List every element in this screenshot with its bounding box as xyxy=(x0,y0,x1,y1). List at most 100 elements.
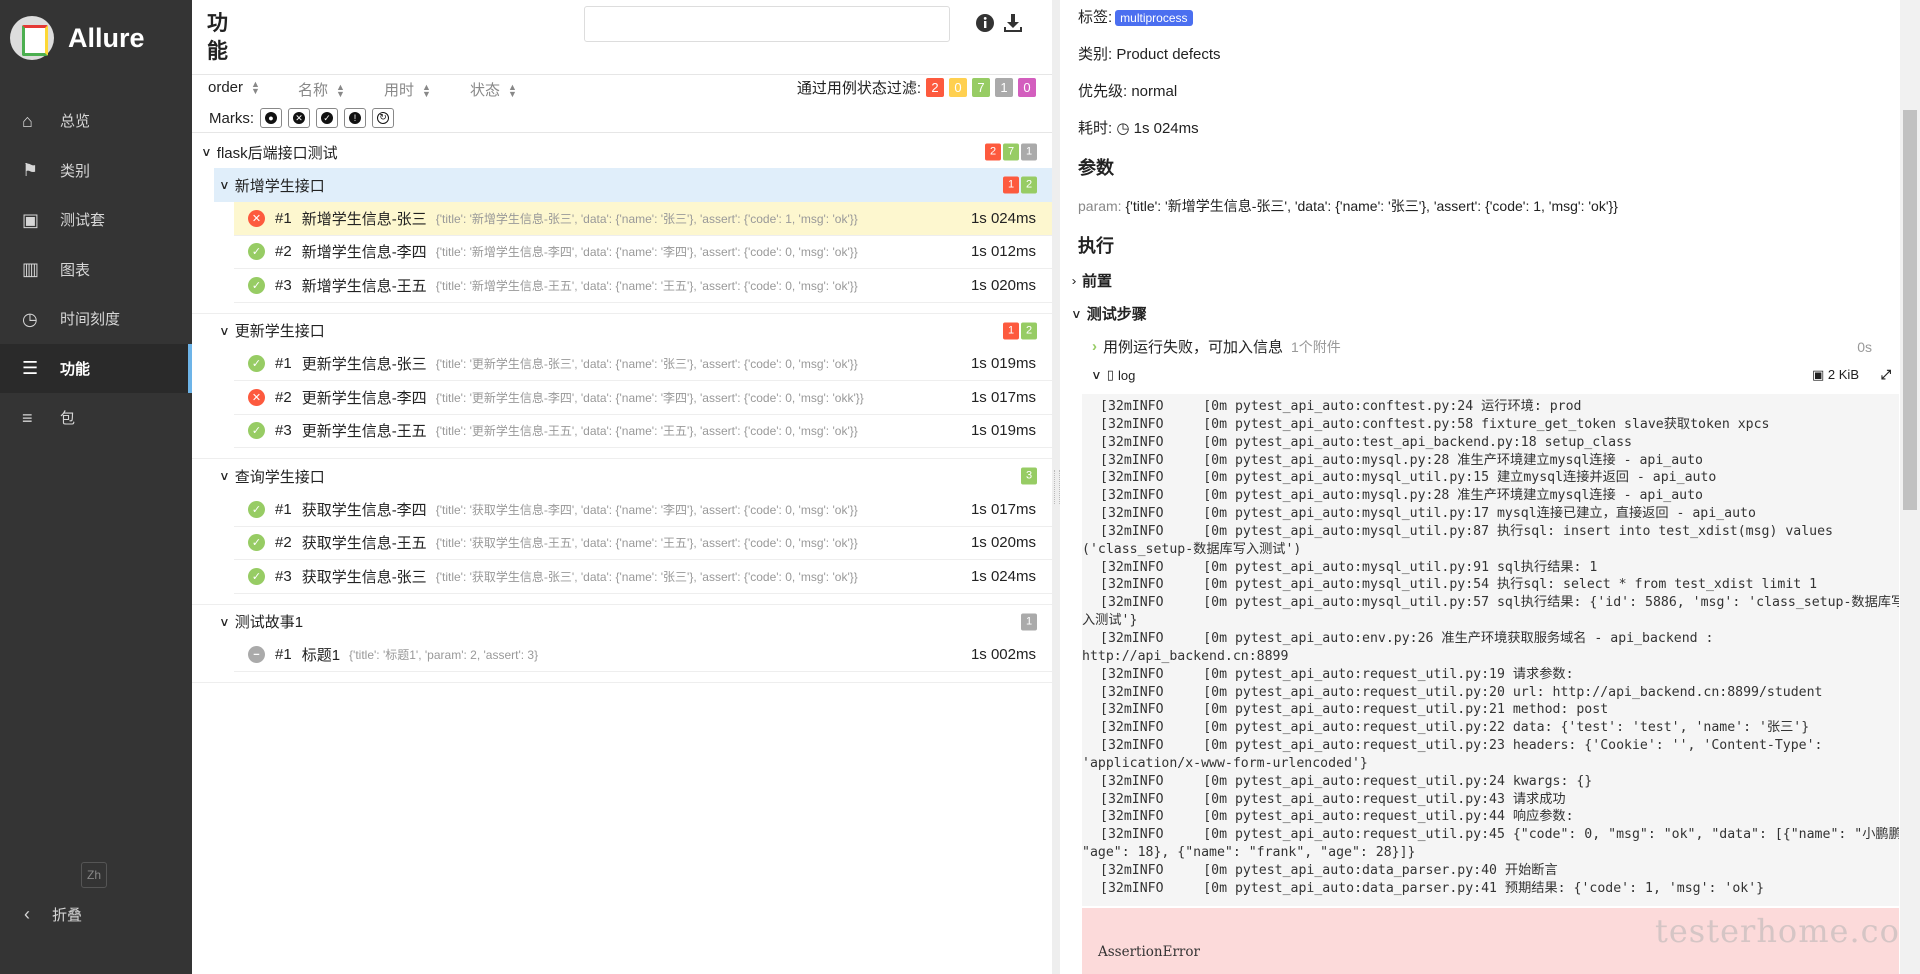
tree-group[interactable]: ∨ 更新学生接口 1 2 xyxy=(214,314,1052,348)
sidebar-item-4[interactable]: ◷ 时间刻度 xyxy=(0,294,192,344)
tree-group-name: 更新学生接口 xyxy=(234,323,325,340)
sort-name[interactable]: 名称 ▲ ▼ xyxy=(298,79,345,100)
case-number: #2 xyxy=(275,243,292,261)
tree-group-badges: 12 xyxy=(1001,322,1037,339)
brand[interactable]: Allure xyxy=(10,16,145,60)
mark-new-failed-button[interactable]: ✕ xyxy=(288,108,310,128)
test-case-row[interactable]: ✕ #1 新增学生信息-张三 {'title': '新增学生信息-张三', 'data… xyxy=(234,202,1052,236)
tree-group-name: 查询学生接口 xyxy=(234,468,325,486)
case-number: #3 xyxy=(275,567,292,585)
clock-icon: ◷ xyxy=(22,308,38,329)
log-line: [32mINFO [0m pytest_api_auto:request_uti… xyxy=(1100,827,1899,843)
log-line: [32mINFO [0m pytest_api_auto:mysql.py:28… xyxy=(1100,452,1703,468)
count-passed: 3 xyxy=(1021,467,1037,485)
case-params: {'title': '更新学生信息-王五', 'data': {'name': … xyxy=(435,424,858,439)
tree-group-name: 测试故事1 xyxy=(234,614,304,631)
log-line: [32mINFO [0m pytest_api_auto:request_uti… xyxy=(1100,720,1810,736)
download-icon[interactable] xyxy=(1002,12,1024,34)
check-circle-icon: ✓ xyxy=(321,112,333,124)
param-value: {'title': '新增学生信息-张三', 'data': {'name': … xyxy=(1125,198,1618,214)
assertion-message: AssertionError xyxy=(1098,944,1200,960)
caret-down-icon: ∨ xyxy=(219,469,230,483)
mark-flaky-button[interactable]: ● xyxy=(260,108,282,128)
sort-status[interactable]: 状态 ▲ ▼ xyxy=(470,79,517,100)
log-line: [32mINFO [0m pytest_api_auto:mysql_util.… xyxy=(1100,506,1756,522)
log-line: [32mINFO [0m pytest_api_auto:mysql_util.… xyxy=(1100,559,1598,575)
sidebar-item-2[interactable]: ▣ 测试套 xyxy=(0,195,192,245)
sort-duration[interactable]: 用时 ▲ ▼ xyxy=(384,79,431,100)
case-number: #3 xyxy=(275,276,292,294)
test-case-row[interactable]: ✓ #2 新增学生信息-李四 {'title': '新增学生信息-李四', 'data… xyxy=(234,236,1052,269)
attachment-row[interactable]: ∨ ▯ log ▣ 2 KiB ⤢ xyxy=(1091,367,1899,383)
test-case-row[interactable]: ✓ #3 更新学生信息-王五 {'title': '更新学生信息-王五', 'data… xyxy=(234,415,1052,448)
clock-icon: ◷ xyxy=(1116,120,1130,137)
case-duration: 1s 017ms xyxy=(970,500,1036,518)
log-line: [32mINFO [0m pytest_api_auto:request_uti… xyxy=(1100,791,1566,807)
count-passed: 7 xyxy=(1003,143,1019,161)
group-spacer xyxy=(192,448,1052,459)
test-detail-pane: 标签: multiprocess 类别: Product defects 优先级:… xyxy=(1060,0,1900,974)
tag-badge[interactable]: multiprocess xyxy=(1115,10,1193,26)
filter-unknown[interactable]: 0 xyxy=(1018,78,1036,97)
filter-broken[interactable]: 0 xyxy=(949,78,967,97)
sort-arrows-icon: ▲ ▼ xyxy=(336,82,345,100)
tree-group[interactable]: ∨ 新增学生接口 1 2 xyxy=(214,168,1052,202)
sidebar-nav: ⌂ 总览 ⚑ 类别 ▣ 测试套 ▥ 图表 ◷ 时间刻度 ☰ 功能 ≡ 包 xyxy=(0,96,192,443)
test-case-row[interactable]: ✓ #3 获取学生信息-张三 {'title': '获取学生信息-张三', 'data… xyxy=(234,560,1052,594)
tree-group[interactable]: ∨ 查询学生接口 3 xyxy=(214,459,1052,493)
tree-group[interactable]: ∨ 测试故事1 1 xyxy=(214,605,1052,639)
tags-label: 标签: xyxy=(1078,9,1113,26)
sidebar-item-3[interactable]: ▥ 图表 xyxy=(0,245,192,295)
log-content: [32mINFO [0m pytest_api_auto:conftest.py… xyxy=(1082,394,1899,906)
mark-new-passed-button[interactable]: ✓ xyxy=(316,108,338,128)
times-circle-icon: ✕ xyxy=(293,112,305,124)
mark-retries-button[interactable]: ↻ xyxy=(372,108,394,128)
log-line: [32mINFO [0m pytest_api_auto:data_parser… xyxy=(1100,862,1558,878)
file-icon: ▯ xyxy=(1106,367,1114,382)
list-icon: ☰ xyxy=(22,358,39,379)
attachment-name: log xyxy=(1117,367,1136,383)
scrollbar-thumb[interactable] xyxy=(1903,110,1917,510)
case-number: #3 xyxy=(275,422,292,440)
steps-section[interactable]: ∨ 测试步骤 xyxy=(1071,303,1147,324)
expand-icon[interactable]: ⤢ xyxy=(1881,367,1891,383)
scrollbar[interactable] xyxy=(1900,0,1920,974)
mark-new-broken-button[interactable]: ! xyxy=(344,108,366,128)
tree-root[interactable]: ∨ flask后端接口测试 2 7 1 xyxy=(192,136,1052,168)
case-name: 新增学生信息-张三 xyxy=(301,210,427,228)
filter-passed[interactable]: 7 xyxy=(972,78,990,97)
sidebar-item-1[interactable]: ⚑ 类别 xyxy=(0,146,192,196)
log-line: 'application/x-www-form-urlencoded'} xyxy=(1082,755,1368,771)
duration-label: 耗时: xyxy=(1078,120,1113,137)
status-passed-icon: ✓ xyxy=(248,500,265,518)
test-case-row[interactable]: ✓ #1 更新学生信息-张三 {'title': '更新学生信息-张三', 'data… xyxy=(234,348,1052,381)
collapse-button[interactable]: ‹ 折叠 xyxy=(24,904,82,925)
sidebar-item-5[interactable]: ☰ 功能 xyxy=(0,343,192,393)
language-switch[interactable]: Zh xyxy=(81,862,107,888)
case-name: 更新学生信息-张三 xyxy=(301,356,427,374)
search-input[interactable] xyxy=(584,6,950,42)
info-icon[interactable] xyxy=(974,12,996,34)
tree-group-badges: 3 xyxy=(1019,467,1037,485)
test-case-row[interactable]: − #1 标题1 {'title': '标题1', 'param': 2, 'asse… xyxy=(234,639,1052,672)
sidebar-item-6[interactable]: ≡ 包 xyxy=(0,393,192,443)
test-case-row[interactable]: ✓ #1 获取学生信息-李四 {'title': '获取学生信息-李四', 'data… xyxy=(234,493,1052,527)
case-duration: 1s 019ms xyxy=(970,355,1036,373)
tree-group-badges: 12 xyxy=(1001,176,1037,194)
sort-order[interactable]: order ▲ ▼ xyxy=(208,79,260,96)
case-params: {'title': '更新学生信息-张三', 'data': {'name': … xyxy=(435,357,858,372)
filter-skipped[interactable]: 1 xyxy=(995,78,1013,97)
sidebar-item-0[interactable]: ⌂ 总览 xyxy=(0,96,192,146)
test-case-row[interactable]: ✓ #2 获取学生信息-王五 {'title': '获取学生信息-王五', 'data… xyxy=(234,527,1052,560)
pane-splitter[interactable] xyxy=(1052,0,1060,974)
filter-failed[interactable]: 2 xyxy=(926,78,944,97)
setup-section[interactable]: › 前置 xyxy=(1072,270,1112,291)
exclamation-circle-icon: ! xyxy=(349,112,361,124)
marks-bar: Marks: ● ✕ ✓ ! ↻ xyxy=(209,108,394,128)
log-line: [32mINFO [0m pytest_api_auto:env.py:26 准… xyxy=(1100,630,1714,646)
test-case-row[interactable]: ✕ #2 更新学生信息-李四 {'title': '更新学生信息-李四', 'data… xyxy=(234,381,1052,415)
attachment-size-value: 2 KiB xyxy=(1827,367,1859,382)
bar-chart-icon: ▥ xyxy=(22,259,40,280)
step-row[interactable]: › 用例运行失败，可加入信息 1个附件 0s xyxy=(1092,336,1872,357)
test-case-row[interactable]: ✓ #3 新增学生信息-王五 {'title': '新增学生信息-王五', 'data… xyxy=(234,269,1052,303)
